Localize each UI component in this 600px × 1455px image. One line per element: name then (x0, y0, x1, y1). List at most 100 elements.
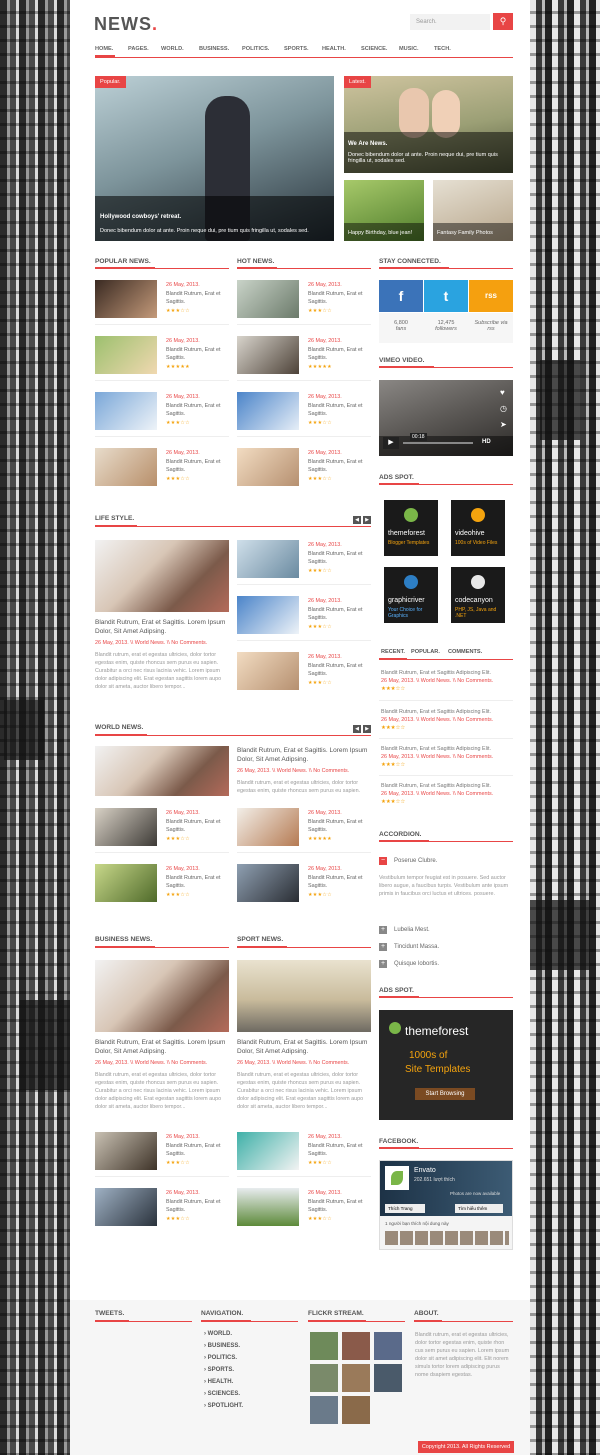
ad-banner-videohive[interactable]: videohive 100s of Video Files (451, 500, 505, 556)
search-button[interactable]: ⚲ (493, 13, 513, 30)
prev-arrow-icon[interactable]: ◀ (353, 725, 361, 733)
nav-music[interactable]: MUSIC. (399, 46, 419, 52)
like-icon[interactable]: ♥ (500, 388, 505, 397)
post-title[interactable]: Blandit Rutrum, Erat et Sagittis. (308, 458, 372, 474)
thumbnail[interactable] (237, 540, 299, 578)
thumbnail[interactable] (237, 1188, 299, 1226)
flickr-photo[interactable] (374, 1364, 402, 1392)
featured-post-business[interactable]: Blandit Rutrum, Erat et Sagittis. Lorem … (95, 960, 229, 1111)
rss-subscribe[interactable]: Subscribe via rss (469, 320, 513, 332)
start-browsing-button[interactable]: Start Browsing (415, 1088, 475, 1100)
featured-title[interactable]: Blandit Rutrum, Erat et Sagittis. Lorem … (95, 618, 229, 636)
recent-post[interactable]: Blandit Rutrum, Erat et Sagittis Adipisc… (381, 745, 515, 769)
accordion-item[interactable]: Quisque lobortis. (394, 961, 439, 967)
video-progress[interactable] (403, 442, 473, 444)
post-title[interactable]: Blandit Rutrum, Erat et Sagittis. (308, 346, 372, 362)
recent-post[interactable]: Blandit Rutrum, Erat et Sagittis Adipisc… (381, 669, 515, 693)
nav-home[interactable]: HOME. (95, 46, 113, 52)
clock-icon[interactable]: ◷ (500, 404, 507, 413)
tab-recent[interactable]: RECENT. (381, 649, 405, 655)
flickr-photo[interactable] (310, 1396, 338, 1424)
thumbnail[interactable] (95, 1188, 157, 1226)
nav-science[interactable]: SCIENCE. (361, 46, 387, 52)
video-player[interactable] (379, 380, 513, 456)
flickr-photo[interactable] (342, 1332, 370, 1360)
site-logo[interactable]: NEWS. (94, 14, 158, 35)
footer-link-sciences[interactable]: › SCIENCES. (204, 1391, 240, 1397)
footer-link-business[interactable]: › BUSINESS. (204, 1343, 240, 1349)
featured-post-life[interactable]: Blandit Rutrum, Erat et Sagittis. Lorem … (95, 540, 229, 691)
featured-title[interactable]: Blandit Rutrum, Erat et Sagittis. Lorem … (95, 1038, 229, 1056)
thumbnail[interactable] (95, 392, 157, 430)
accordion-item[interactable]: Lubelia Mest. (394, 927, 430, 933)
facebook-fans-avatars[interactable] (385, 1231, 509, 1245)
facebook-learn-more-button[interactable]: Tìm hiểu thêm (455, 1204, 503, 1213)
post-title[interactable]: Blandit Rutrum, Erat et Sagittis. (308, 402, 372, 418)
accordion-item[interactable]: Tincidunt Massa. (394, 944, 439, 950)
thumbnail[interactable] (95, 808, 157, 846)
facebook-button[interactable]: f (379, 280, 423, 312)
hero-main-title[interactable]: Hollywood cowboys' retreat. (100, 214, 181, 220)
search-input[interactable]: Search. (410, 14, 490, 30)
tab-comments[interactable]: COMMENTS. (448, 649, 482, 655)
ad-banner-themeforest[interactable]: themeforest Blogger Templates (384, 500, 438, 556)
ad-banner-themeforest-large[interactable]: themeforest 1000s of Site Templates Star… (379, 1010, 513, 1120)
thumbnail[interactable] (237, 652, 299, 690)
hero-latest-title[interactable]: We Are News. (348, 141, 387, 147)
next-arrow-icon[interactable]: ▶ (363, 516, 371, 524)
ad-banner-graphicriver[interactable]: graphicriver Your Choice for Graphics (384, 567, 438, 623)
thumbnail[interactable] (237, 336, 299, 374)
ad-banner-codecanyon[interactable]: codecanyon PHP, JS, Java and .NET (451, 567, 505, 623)
prev-arrow-icon[interactable]: ◀ (353, 516, 361, 524)
flickr-photo[interactable] (342, 1396, 370, 1424)
twitter-button[interactable]: t (424, 280, 468, 312)
post-title[interactable]: Blandit Rutrum, Erat et Sagittis. (166, 458, 230, 474)
nav-sports[interactable]: SPORTS. (284, 46, 309, 52)
footer-link-health[interactable]: › HEALTH. (204, 1379, 233, 1385)
footer-link-world[interactable]: › WORLD. (204, 1331, 232, 1337)
thumbnail[interactable] (237, 808, 299, 846)
thumbnail[interactable] (237, 596, 299, 634)
thumbnail[interactable] (237, 280, 299, 318)
nav-business[interactable]: BUSINESS. (199, 46, 229, 52)
featured-post-sport[interactable]: Blandit Rutrum, Erat et Sagittis. Lorem … (237, 960, 371, 1111)
featured-title[interactable]: Blandit Rutrum, Erat et Sagittis. Lorem … (237, 1038, 371, 1056)
hero-small-title-2[interactable]: Fantasy Family Photos (437, 230, 493, 236)
post-title[interactable]: Blandit Rutrum, Erat et Sagittis. (166, 346, 230, 362)
next-arrow-icon[interactable]: ▶ (363, 725, 371, 733)
post-title[interactable]: Blandit Rutrum, Erat et Sagittis. (308, 290, 372, 306)
featured-image[interactable] (95, 540, 229, 612)
nav-politics[interactable]: POLITICS. (242, 46, 269, 52)
post-title[interactable]: Blandit Rutrum, Erat et Sagittis. (166, 402, 230, 418)
accordion-expand-icon[interactable]: + (379, 926, 387, 934)
nav-world[interactable]: WORLD. (161, 46, 184, 52)
play-button[interactable]: ▶ (383, 437, 399, 449)
thumbnail[interactable] (95, 280, 157, 318)
flickr-photo[interactable] (374, 1332, 402, 1360)
thumbnail[interactable] (95, 1132, 157, 1170)
accordion-expand-icon[interactable]: + (379, 960, 387, 968)
thumbnail[interactable] (95, 448, 157, 486)
thumbnail[interactable] (237, 1132, 299, 1170)
nav-health[interactable]: HEALTH. (322, 46, 346, 52)
footer-link-sports[interactable]: › SPORTS. (204, 1367, 234, 1373)
thumbnail[interactable] (237, 392, 299, 430)
thumbnail[interactable] (95, 864, 157, 902)
facebook-like-button[interactable]: Thích Trang (385, 1204, 425, 1213)
post-title[interactable]: Blandit Rutrum, Erat et Sagittis. (166, 290, 230, 306)
recent-post[interactable]: Blandit Rutrum, Erat et Sagittis Adipisc… (381, 708, 515, 732)
share-icon[interactable]: ➤ (500, 420, 507, 429)
featured-image[interactable] (95, 960, 229, 1032)
accordion-expand-icon[interactable]: + (379, 943, 387, 951)
featured-image[interactable] (95, 746, 229, 796)
facebook-widget[interactable]: Envato 202.651 lượt thích Photos are now… (379, 1160, 513, 1250)
nav-tech[interactable]: TECH. (434, 46, 451, 52)
footer-link-politics[interactable]: › POLITICS. (204, 1355, 237, 1361)
tab-popular[interactable]: POPULAR. (411, 649, 440, 655)
featured-post-world[interactable]: Blandit Rutrum, Erat et Sagittis. Lorem … (237, 740, 371, 795)
flickr-photo[interactable] (342, 1364, 370, 1392)
accordion-open-title[interactable]: Poserue Clubre. (394, 858, 437, 864)
flickr-photo[interactable] (310, 1364, 338, 1392)
thumbnail[interactable] (237, 448, 299, 486)
thumbnail[interactable] (95, 336, 157, 374)
